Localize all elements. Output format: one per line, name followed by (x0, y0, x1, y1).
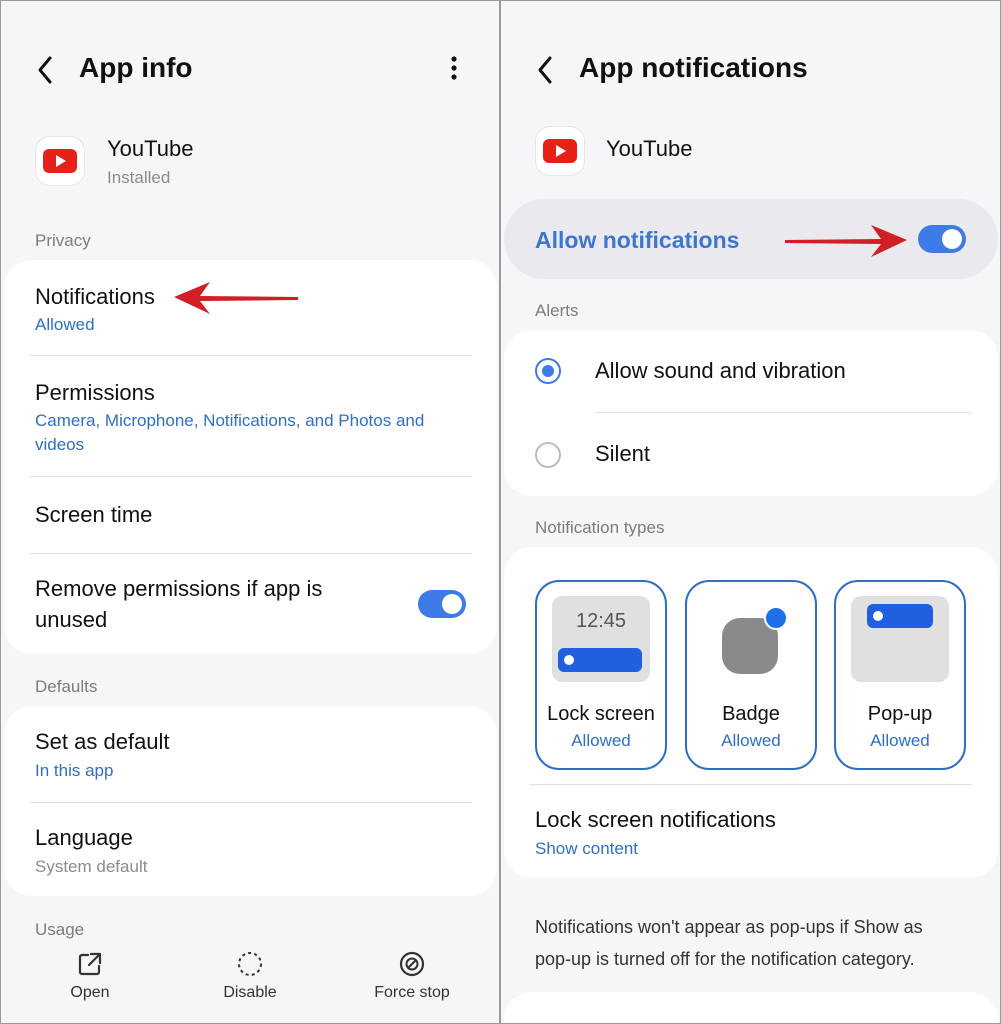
remove-permissions-line1: Remove permissions if app is (35, 576, 323, 601)
permissions-list-line2: videos (35, 435, 85, 454)
popup-status: Allowed (870, 731, 930, 750)
app-name: YouTube (107, 136, 194, 161)
disable-icon (238, 952, 262, 976)
force-stop-label: Force stop (374, 984, 450, 1001)
page-title: App notifications (579, 52, 808, 83)
privacy-card: Notifications Allowed Permissions Camera… (4, 260, 497, 654)
notifications-status: Allowed (35, 315, 95, 334)
next-card-edge (504, 992, 998, 1024)
force-stop-icon (399, 951, 425, 977)
permissions-row[interactable]: Permissions Camera, Microphone, Notifica… (4, 356, 497, 476)
panel-divider (499, 0, 501, 1024)
page-title: App info (79, 52, 193, 83)
silent-label: Silent (595, 441, 651, 466)
section-notification-types-label: Notification types (535, 518, 665, 537)
disable-button[interactable]: Disable (200, 950, 300, 1014)
sound-vibration-option[interactable]: Allow sound and vibration (504, 330, 998, 412)
sound-vibration-label: Allow sound and vibration (595, 358, 846, 383)
back-arrow-icon[interactable] (532, 52, 560, 88)
notification-types-card: 12:45 Lock screen Allowed Badge Allowed … (504, 547, 998, 878)
lock-screen-notifications-value: Show content (535, 839, 639, 858)
allow-notifications-row[interactable]: Allow notifications (504, 199, 998, 279)
allow-notifications-label: Allow notifications (535, 227, 740, 253)
disable-label: Disable (223, 984, 277, 1001)
notifications-title: Notifications (35, 284, 155, 309)
screen-time-title: Screen time (35, 502, 153, 527)
section-defaults-label: Defaults (35, 677, 98, 696)
screen-time-row[interactable]: Screen time (4, 477, 497, 553)
youtube-app-icon (536, 127, 584, 175)
silent-radio[interactable] (535, 442, 561, 468)
popup-preview (851, 596, 949, 682)
app-install-status: Installed (107, 168, 171, 187)
open-label: Open (70, 984, 110, 1001)
permissions-title: Permissions (35, 380, 155, 405)
annotation-arrow-icon (785, 225, 907, 257)
sound-vibration-radio[interactable] (535, 358, 561, 384)
set-as-default-row[interactable]: Set as default In this app (4, 706, 497, 802)
section-privacy-label: Privacy (35, 231, 91, 250)
set-as-default-value: In this app (35, 761, 114, 780)
footnote-line1: Notifications won't appear as pop-ups if… (535, 917, 923, 937)
permissions-list-line1: Camera, Microphone, Notifications, and P… (35, 411, 425, 430)
badge-label: Badge (722, 703, 780, 725)
footnote-line2: pop-up is turned off for the notificatio… (535, 949, 915, 969)
app-notifications-screen: App notifications YouTube Allow notifica… (501, 0, 1001, 1024)
lock-screen-label: Lock screen (547, 703, 655, 725)
lock-screen-notifications-row[interactable]: Lock screen notifications Show content (504, 785, 998, 878)
language-value: System default (35, 857, 148, 876)
remove-permissions-line2: unused (35, 607, 108, 632)
open-button[interactable]: Open (40, 950, 140, 1014)
annotation-arrow-icon (174, 282, 298, 314)
allow-notifications-toggle[interactable] (918, 225, 966, 253)
alerts-card: Allow sound and vibration Silent (504, 330, 998, 496)
lock-screen-type[interactable]: 12:45 Lock screen Allowed (535, 580, 667, 770)
badge-dot-icon (764, 606, 788, 630)
youtube-app-icon (36, 137, 84, 185)
lock-screen-notifications-title: Lock screen notifications (535, 807, 776, 832)
defaults-card: Set as default In this app Language Syst… (4, 706, 497, 896)
open-external-icon (78, 952, 102, 976)
language-row[interactable]: Language System default (4, 803, 497, 896)
badge-type[interactable]: Badge Allowed (685, 580, 817, 770)
language-title: Language (35, 825, 133, 850)
section-usage-label: Usage (35, 920, 85, 939)
badge-status: Allowed (721, 731, 781, 750)
popup-label: Pop-up (867, 703, 933, 725)
more-options-icon[interactable] (444, 54, 464, 84)
footnote-text: Notifications won't appear as pop-ups if… (535, 911, 923, 975)
silent-option[interactable]: Silent (504, 413, 998, 496)
force-stop-button[interactable]: Force stop (357, 950, 467, 1014)
app-info-screen: App info YouTube Installed Privacy Notif… (0, 0, 499, 1024)
popup-type[interactable]: Pop-up Allowed (834, 580, 966, 770)
remove-permissions-row[interactable]: Remove permissions if app is unused (4, 554, 497, 654)
back-arrow-icon[interactable] (32, 52, 60, 88)
lock-screen-preview: 12:45 (552, 596, 650, 682)
lock-screen-time: 12:45 (575, 610, 627, 632)
remove-permissions-toggle[interactable] (418, 590, 466, 618)
set-as-default-title: Set as default (35, 729, 170, 754)
lock-screen-status: Allowed (571, 731, 631, 750)
section-alerts-label: Alerts (535, 301, 579, 320)
app-name: YouTube (606, 136, 693, 161)
